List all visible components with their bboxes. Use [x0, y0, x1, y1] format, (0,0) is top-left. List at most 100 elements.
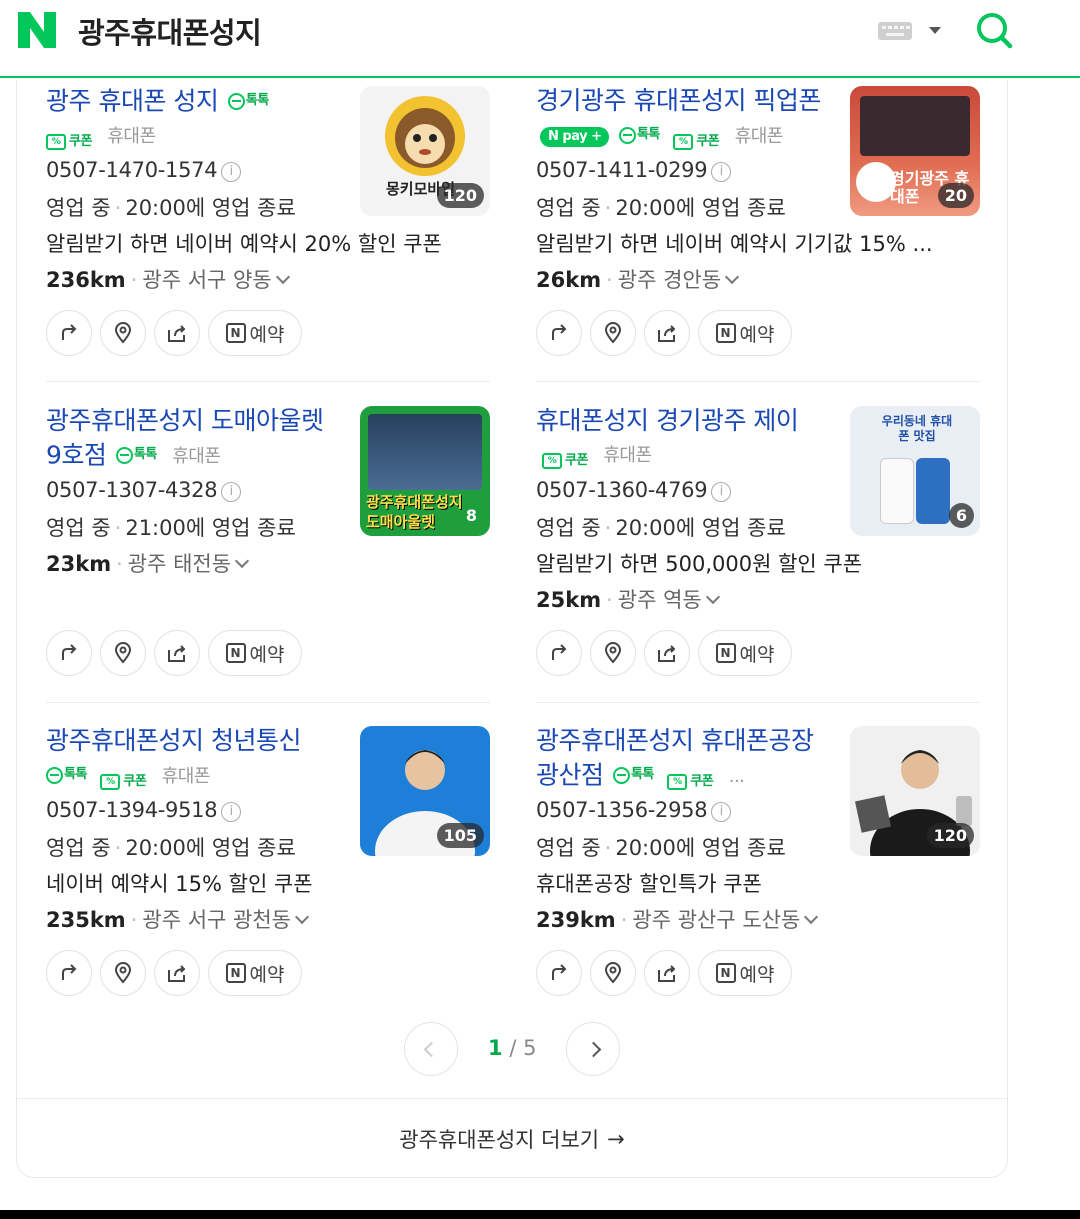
directions-button[interactable]	[536, 950, 582, 996]
distance-address[interactable]: 26km · 광주 경안동	[536, 264, 740, 294]
info-icon[interactable]: i	[711, 162, 732, 182]
place-title[interactable]: 광주 휴대폰 성지 톡톡 % 쿠폰 휴대폰	[46, 84, 346, 159]
map-button[interactable]	[100, 310, 146, 356]
search-query[interactable]: 광주휴대폰성지	[78, 10, 262, 52]
coupon-badge[interactable]: % 쿠폰	[46, 125, 92, 159]
coupon-badge[interactable]: % 쿠폰	[100, 765, 147, 799]
talk-badge[interactable]: 톡톡	[227, 84, 269, 118]
directions-button[interactable]	[536, 310, 582, 356]
keyboard-dropdown-icon[interactable]	[929, 27, 941, 34]
reserve-button[interactable]: N 예약	[208, 310, 302, 356]
place-title[interactable]: 광주휴대폰성지 휴대폰공장 광산점 톡톡 % 쿠폰 ...	[536, 724, 836, 799]
status-text: 영업 중	[536, 196, 601, 220]
prev-page-button[interactable]	[404, 1022, 458, 1076]
naver-logo[interactable]	[18, 12, 56, 48]
phone-number[interactable]: 0507-1470-1574 i	[46, 158, 242, 182]
directions-button[interactable]	[46, 950, 92, 996]
promo-text[interactable]: 알림받기 하면 네이버 예약시 20% 할인 쿠폰	[46, 228, 486, 258]
thumb-caption: 우리동네 휴대폰 맛집	[881, 414, 953, 443]
place-thumbnail[interactable]: 몽키모바일 120	[360, 86, 490, 216]
place-name[interactable]: 경기광주 휴대폰성지 픽업폰	[536, 86, 821, 115]
status-text: 영업 중	[536, 836, 601, 860]
place-thumbnail[interactable]: 우리동네 휴대폰 맛집 6	[850, 406, 980, 536]
place-title[interactable]: 경기광주 휴대폰성지 픽업폰 N pay + 톡톡 % 쿠폰 휴대폰	[536, 84, 836, 159]
distance-address[interactable]: 25km · 광주 역동	[536, 584, 720, 614]
share-button[interactable]	[154, 630, 200, 676]
coupon-badge[interactable]: % 쿠폰	[673, 125, 720, 159]
place-name[interactable]: 휴대폰성지 경기광주 제이	[536, 406, 799, 435]
promo-text[interactable]: 네이버 예약시 15% 할인 쿠폰	[46, 868, 486, 898]
talk-badge[interactable]: 톡톡	[115, 438, 157, 472]
map-button[interactable]	[590, 950, 636, 996]
phone-number[interactable]: 0507-1411-0299 i	[536, 158, 732, 182]
reserve-button[interactable]: N 예약	[698, 950, 792, 996]
phone-number[interactable]: 0507-1360-4769 i	[536, 478, 732, 502]
pagination: 1 / 5	[404, 1022, 624, 1076]
keyboard-icon[interactable]	[878, 22, 912, 40]
closing-time: 20:00에 영업 종료	[125, 836, 296, 860]
info-icon[interactable]: i	[711, 802, 732, 822]
talk-badge[interactable]: 톡톡	[618, 118, 660, 152]
place-thumbnail[interactable]: 120	[850, 726, 980, 856]
phone-number[interactable]: 0507-1307-4328 i	[46, 478, 242, 502]
reserve-button[interactable]: N 예약	[698, 310, 792, 356]
chevron-down-icon	[705, 589, 720, 605]
more-results-link[interactable]: 광주휴대폰성지 더보기 →	[16, 1098, 1008, 1178]
phone-number[interactable]: 0507-1356-2958 i	[536, 798, 732, 822]
place-thumbnail[interactable]: 105	[360, 726, 490, 856]
talk-badge[interactable]: 톡톡	[46, 758, 87, 792]
place-category: 휴대폰	[172, 445, 221, 467]
place-item[interactable]: 광주 휴대폰 성지 톡톡 % 쿠폰 휴대폰 0507-1470-1574 i 영업 …	[46, 84, 496, 384]
naver-n-icon: N	[715, 643, 736, 663]
share-button[interactable]	[154, 950, 200, 996]
place-item[interactable]: 광주휴대폰성지 휴대폰공장 광산점 톡톡 % 쿠폰 ... 0507-1356-2…	[536, 724, 986, 1024]
search-icon[interactable]	[972, 8, 1016, 52]
place-title[interactable]: 광주휴대폰성지 청년통신 톡톡 % 쿠폰 휴대폰	[46, 724, 346, 799]
coupon-badge[interactable]: % 쿠폰	[667, 765, 714, 799]
info-icon[interactable]: i	[221, 482, 242, 502]
place-thumbnail[interactable]: 광주휴대폰성지 도매아울렛 8	[360, 406, 490, 536]
share-button[interactable]	[644, 630, 690, 676]
info-icon[interactable]: i	[711, 482, 732, 502]
promo-text[interactable]: 알림받기 하면 네이버 예약시 기기값 15% ...	[536, 228, 976, 258]
place-title[interactable]: 광주휴대폰성지 도매아울렛 9호점 톡톡 휴대폰	[46, 404, 346, 474]
share-button[interactable]	[644, 950, 690, 996]
distance-address[interactable]: 239km · 광주 광산구 도산동	[536, 904, 819, 934]
distance-address[interactable]: 23km · 광주 태전동	[46, 548, 250, 578]
share-button[interactable]	[154, 310, 200, 356]
place-item[interactable]: 광주휴대폰성지 도매아울렛 9호점 톡톡 휴대폰 0507-1307-4328 i…	[46, 404, 496, 704]
reserve-button[interactable]: N 예약	[698, 630, 792, 676]
reserve-button[interactable]: N 예약	[208, 630, 302, 676]
share-button[interactable]	[644, 310, 690, 356]
place-title[interactable]: 휴대폰성지 경기광주 제이 % 쿠폰 휴대폰	[536, 404, 836, 478]
directions-button[interactable]	[46, 630, 92, 676]
place-item[interactable]: 광주휴대폰성지 청년통신 톡톡 % 쿠폰 휴대폰 0507-1394-9518 i …	[46, 724, 496, 1024]
place-name[interactable]: 광주 휴대폰 성지	[46, 87, 219, 116]
map-button[interactable]	[100, 630, 146, 676]
talk-badge[interactable]: 톡톡	[612, 758, 654, 792]
reserve-button[interactable]: N 예약	[208, 950, 302, 996]
info-icon[interactable]: i	[221, 162, 242, 182]
phone-number[interactable]: 0507-1394-9518 i	[46, 798, 242, 822]
place-name[interactable]: 광주휴대폰성지 청년통신	[46, 726, 301, 755]
directions-button[interactable]	[46, 310, 92, 356]
talk-icon	[227, 92, 245, 110]
distance-address[interactable]: 235km · 광주 서구 광천동	[46, 904, 310, 934]
npay-badge[interactable]: N pay +	[540, 126, 610, 147]
promo-text[interactable]: 휴대폰공장 할인특가 쿠폰	[536, 868, 976, 898]
promo-text[interactable]: 알림받기 하면 500,000원 할인 쿠폰	[536, 548, 976, 578]
storefront-image	[860, 96, 970, 156]
phone-text: 0507-1394-9518	[46, 798, 218, 822]
map-button[interactable]	[590, 310, 636, 356]
place-item[interactable]: 경기광주 휴대폰성지 픽업폰 N pay + 톡톡 % 쿠폰 휴대폰 0507-1…	[536, 84, 986, 384]
map-button[interactable]	[590, 630, 636, 676]
info-icon[interactable]: i	[221, 802, 242, 822]
directions-button[interactable]	[536, 630, 582, 676]
distance-address[interactable]: 236km · 광주 서구 양동	[46, 264, 290, 294]
place-thumbnail[interactable]: 경기광주 휴대폰 20	[850, 86, 980, 216]
directions-icon	[62, 644, 77, 660]
place-item[interactable]: 휴대폰성지 경기광주 제이 % 쿠폰 휴대폰 0507-1360-4769 i 영업…	[536, 404, 986, 704]
next-page-button[interactable]	[566, 1022, 620, 1076]
coupon-badge[interactable]: % 쿠폰	[542, 444, 588, 478]
map-button[interactable]	[100, 950, 146, 996]
